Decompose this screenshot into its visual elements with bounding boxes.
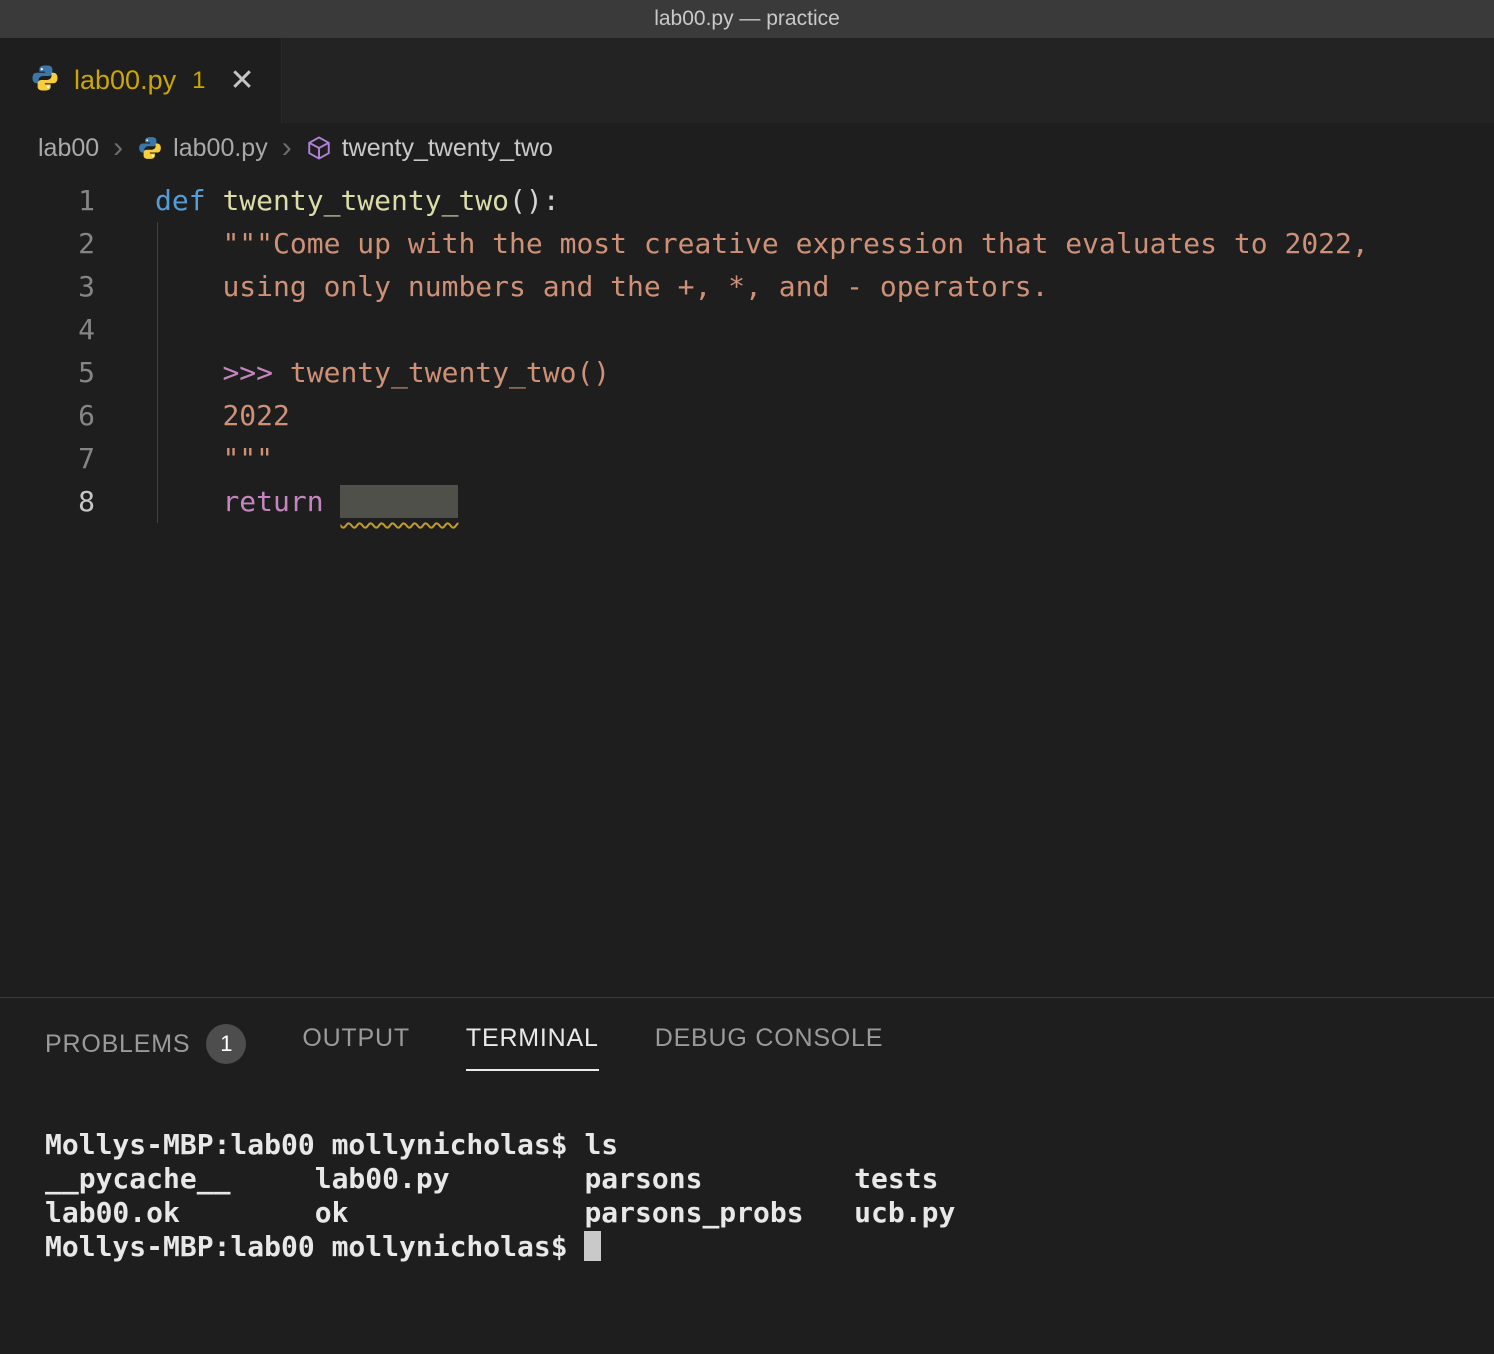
code-token: using only numbers and the +, *, and - o… (222, 270, 1048, 303)
line-number: 8 (0, 480, 95, 523)
code-token (155, 270, 222, 303)
code-text: """ (95, 437, 273, 480)
code-text: 2022 (95, 394, 290, 437)
code-line[interactable]: 7 """ (0, 437, 1494, 480)
code-token: (): (509, 184, 560, 217)
python-icon (137, 135, 163, 161)
code-token (155, 227, 222, 260)
indent-guide (157, 222, 158, 523)
code-token (273, 356, 290, 389)
breadcrumb-folder[interactable]: lab00 (38, 134, 99, 163)
code-line[interactable]: 1def twenty_twenty_two(): (0, 179, 1494, 222)
terminal-line: __pycache__ lab00.py parsons tests (45, 1162, 1494, 1196)
tab-label: lab00.py (74, 65, 176, 96)
line-number: 2 (0, 222, 95, 265)
code-token: 2022 (222, 399, 289, 432)
line-number: 1 (0, 179, 95, 222)
breadcrumb: lab00 › lab00.py › twenty_twenty_two (0, 123, 1494, 173)
cube-icon (306, 135, 332, 161)
code-token: def (155, 184, 206, 217)
terminal-line: lab00.ok ok parsons_probs ucb.py (45, 1196, 1494, 1230)
breadcrumb-file-label: lab00.py (173, 134, 268, 163)
line-number: 7 (0, 437, 95, 480)
chevron-right-icon: › (280, 133, 294, 163)
line-number: 3 (0, 265, 95, 308)
chevron-right-icon: › (111, 133, 125, 163)
breadcrumb-folder-label: lab00 (38, 134, 99, 163)
tab-problems[interactable]: PROBLEMS 1 (45, 1024, 246, 1082)
code-line[interactable]: 8 return (0, 480, 1494, 523)
bottom-panel: PROBLEMS 1 OUTPUT TERMINAL DEBUG CONSOLE… (0, 997, 1494, 1354)
code-line[interactable]: 2 """Come up with the most creative expr… (0, 222, 1494, 265)
line-number: 5 (0, 351, 95, 394)
code-token (155, 485, 222, 518)
code-token (324, 485, 341, 518)
panel-tab-bar: PROBLEMS 1 OUTPUT TERMINAL DEBUG CONSOLE (0, 998, 1494, 1082)
tab-output-label: OUTPUT (302, 1024, 410, 1053)
tab-lab00-py[interactable]: lab00.py 1 ✕ (0, 38, 282, 123)
code-token: """ (222, 442, 273, 475)
terminal-line: Mollys-MBP:lab00 mollynicholas$ ls (45, 1128, 1494, 1162)
breadcrumb-symbol[interactable]: twenty_twenty_two (306, 134, 553, 163)
window-title: lab00.py — practice (654, 7, 840, 31)
tab-terminal[interactable]: TERMINAL (466, 1024, 599, 1071)
terminal[interactable]: Mollys-MBP:lab00 mollynicholas$ ls__pyca… (0, 1082, 1494, 1264)
code-token: twenty_twenty_two() (290, 356, 610, 389)
code-token: >>> (222, 356, 273, 389)
terminal-cursor (584, 1231, 601, 1261)
code-text: """Come up with the most creative expres… (95, 222, 1369, 265)
python-icon (30, 63, 60, 98)
tab-debug-console-label: DEBUG CONSOLE (655, 1024, 884, 1053)
breadcrumb-file[interactable]: lab00.py (137, 134, 268, 163)
terminal-output: Mollys-MBP:lab00 mollynicholas$ ls__pyca… (45, 1128, 1494, 1264)
code-text (95, 308, 155, 351)
tab-terminal-label: TERMINAL (466, 1024, 599, 1053)
tab-output[interactable]: OUTPUT (302, 1024, 410, 1071)
window-titlebar: lab00.py — practice (0, 0, 1494, 38)
code-text: def twenty_twenty_two(): (95, 179, 560, 222)
code-token (155, 399, 222, 432)
code-token (155, 442, 222, 475)
editor-tab-bar: lab00.py 1 ✕ (0, 38, 1494, 123)
tab-debug-console[interactable]: DEBUG CONSOLE (655, 1024, 884, 1071)
code-token: """Come up with the most creative expres… (222, 227, 1368, 260)
close-icon[interactable]: ✕ (229, 66, 254, 96)
problems-count-badge: 1 (206, 1024, 246, 1064)
code-line[interactable]: 4 (0, 308, 1494, 351)
code-line[interactable]: 6 2022 (0, 394, 1494, 437)
code-token (155, 356, 222, 389)
code-token (206, 184, 223, 217)
tab-problems-label: PROBLEMS (45, 1030, 190, 1059)
terminal-line: Mollys-MBP:lab00 mollynicholas$ (45, 1230, 1494, 1264)
code-token: twenty_twenty_two (222, 184, 509, 217)
line-number: 6 (0, 394, 95, 437)
code-text: >>> twenty_twenty_two() (95, 351, 610, 394)
code-token: return (222, 485, 323, 518)
tab-problem-count: 1 (192, 67, 205, 95)
editor-lines: 1def twenty_twenty_two():2 """Come up wi… (0, 179, 1494, 523)
code-text: return (95, 480, 458, 523)
selected-region (340, 485, 458, 518)
line-number: 4 (0, 308, 95, 351)
code-editor[interactable]: 1def twenty_twenty_two():2 """Come up wi… (0, 173, 1494, 997)
breadcrumb-symbol-label: twenty_twenty_two (342, 134, 553, 163)
code-text: using only numbers and the +, *, and - o… (95, 265, 1048, 308)
code-line[interactable]: 5 >>> twenty_twenty_two() (0, 351, 1494, 394)
code-line[interactable]: 3 using only numbers and the +, *, and -… (0, 265, 1494, 308)
